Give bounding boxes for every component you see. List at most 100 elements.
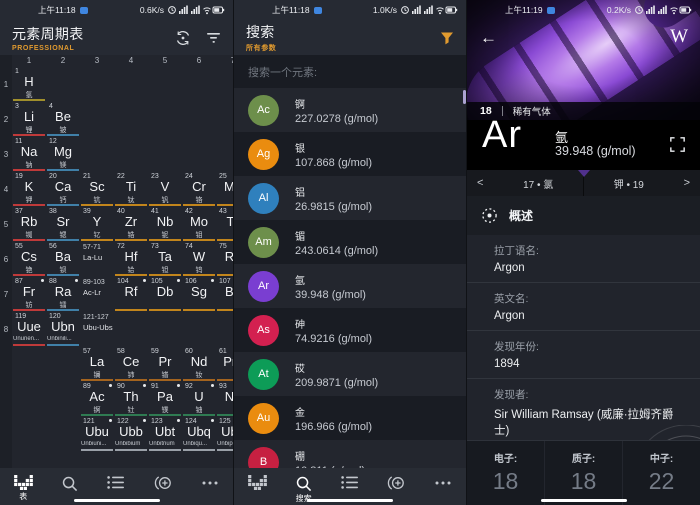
category-underline: [217, 449, 233, 451]
search-result-Ag[interactable]: Ag银107.868 (g/mol): [234, 132, 466, 176]
next-arrow[interactable]: >: [674, 177, 700, 189]
element-cell-Ra[interactable]: 88Ra镭: [46, 277, 80, 312]
nav-table-tab[interactable]: 表: [3, 475, 43, 502]
search-result-Am[interactable]: Am镅243.0614 (g/mol): [234, 220, 466, 264]
element-cell-Be[interactable]: 4Be铍: [46, 102, 80, 137]
nav-table-tab[interactable]: [237, 475, 277, 490]
element-cell-K[interactable]: 19K钾: [12, 172, 46, 207]
element-cell-Cr[interactable]: 24Cr铬: [182, 172, 216, 207]
element-cell-Mo[interactable]: 42Mo钼: [182, 207, 216, 242]
element-circle: Am: [248, 227, 279, 258]
period-number: 2: [0, 102, 12, 137]
element-cell-Pa[interactable]: 91Pa镤: [148, 382, 182, 417]
element-cell-Ubq[interactable]: 124UbqUnbiqu...: [182, 417, 216, 452]
next-element[interactable]: 钾 • 19: [584, 176, 674, 191]
nav-more-tab[interactable]: [423, 475, 463, 491]
element-cell-W[interactable]: 74W钨: [182, 242, 216, 277]
element-range-La-Lu[interactable]: 57-71La-Lu: [80, 242, 114, 277]
view-switch-icon[interactable]: [175, 30, 191, 46]
element-cell-Ubp[interactable]: 125UbpUnbip...: [216, 417, 233, 452]
element-symbol: Th: [114, 389, 148, 404]
element-cell-Ta[interactable]: 73Ta钽: [148, 242, 182, 277]
element-cell-Re[interactable]: 75Re: [216, 242, 233, 277]
sort-filter-icon[interactable]: [206, 31, 221, 44]
status-net-speed: 1.0K/s: [373, 5, 397, 15]
radioactive-dot: [109, 419, 112, 422]
prev-element[interactable]: 17 • 氯: [493, 176, 583, 191]
home-indicator[interactable]: [541, 499, 627, 503]
element-cell-Mg[interactable]: 12Mg镁: [46, 137, 80, 172]
nav-isotope-tab[interactable]: [376, 475, 416, 491]
element-cell-Nd[interactable]: 60Nd钕: [182, 347, 216, 382]
element-cell-Bh[interactable]: 107Bh: [216, 277, 233, 312]
category-underline: [47, 309, 79, 311]
home-indicator[interactable]: [74, 499, 160, 503]
element-cell-Li[interactable]: 3Li锂: [12, 102, 46, 137]
element-cell-Ubn[interactable]: 120UbnUnbinili...: [46, 312, 80, 347]
nav-list-tab[interactable]: [96, 475, 136, 490]
element-cell-Ba[interactable]: 56Ba钡: [46, 242, 80, 277]
element-cell-Na[interactable]: 11Na钠: [12, 137, 46, 172]
element-cell-Th[interactable]: 90Th钍: [114, 382, 148, 417]
element-cell-Ubb[interactable]: 122UbbUnbibium: [114, 417, 148, 452]
element-cell-V[interactable]: 23V钒: [148, 172, 182, 207]
nav-list-tab[interactable]: [330, 475, 370, 490]
category-underline: [47, 239, 79, 241]
element-cell-Db[interactable]: 105Db: [148, 277, 182, 312]
search-result-At[interactable]: At砹209.9871 (g/mol): [234, 352, 466, 396]
element-cell-Ubt[interactable]: 123UbtUnbitrium: [148, 417, 182, 452]
element-symbol: Ra: [46, 284, 80, 299]
nav-search-tab[interactable]: [50, 475, 90, 492]
result-info: 金196.966 (g/mol): [295, 404, 372, 433]
prev-arrow[interactable]: <: [467, 177, 493, 189]
search-result-Al[interactable]: Al铝26.9815 (g/mol): [234, 176, 466, 220]
element-cell-Pm[interactable]: 61Pm: [216, 347, 233, 382]
search-result-As[interactable]: As砷74.9216 (g/mol): [234, 308, 466, 352]
element-symbol: Sg: [182, 284, 216, 299]
element-cell-Pr[interactable]: 59Pr镨: [148, 347, 182, 382]
home-indicator[interactable]: [307, 499, 393, 503]
element-cell-Sr[interactable]: 38Sr锶: [46, 207, 80, 242]
search-result-Ac[interactable]: Ac锕227.0278 (g/mol): [234, 88, 466, 132]
fullscreen-icon[interactable]: [670, 137, 685, 157]
element-cell-Rb[interactable]: 37Rb铷: [12, 207, 46, 242]
element-cell-Uue[interactable]: 119UueUnunen...: [12, 312, 46, 347]
search-result-Au[interactable]: Au金196.966 (g/mol): [234, 396, 466, 440]
element-cell-La[interactable]: 57La镧: [80, 347, 114, 382]
element-range-Ac-Lr[interactable]: 89-103Ac-Lr: [80, 277, 114, 312]
element-range-Ubu-Ubs[interactable]: 121-127Ubu-Ubs: [80, 312, 114, 347]
element-cell-Mn[interactable]: 25Mn: [216, 172, 233, 207]
element-cell-Tc[interactable]: 43Tc: [216, 207, 233, 242]
back-button[interactable]: ←: [480, 28, 497, 48]
element-cell-Ubu[interactable]: 121UbuUnbiuni...: [80, 417, 114, 452]
element-cell-Sc[interactable]: 21Sc钪: [80, 172, 114, 207]
period-number: 3: [0, 137, 12, 172]
scrollbar[interactable]: [463, 90, 466, 104]
element-cell-Ti[interactable]: 22Ti钛: [114, 172, 148, 207]
element-cell-Nb[interactable]: 41Nb铌: [148, 207, 182, 242]
element-cell-Hf[interactable]: 72Hf铪: [114, 242, 148, 277]
category-underline: [217, 379, 233, 381]
element-cell-U[interactable]: 92U铀: [182, 382, 216, 417]
search-input[interactable]: 搜索一个元素:: [234, 55, 466, 88]
element-cell-Rf[interactable]: 104Rf: [114, 277, 148, 312]
category-underline: [183, 274, 215, 276]
element-cell-Np[interactable]: 93Np: [216, 382, 233, 417]
element-cell-Ac[interactable]: 89Ac锕: [80, 382, 114, 417]
nav-more-tab[interactable]: [190, 475, 230, 491]
result-info: 锕227.0278 (g/mol): [295, 96, 378, 125]
element-cell-Cs[interactable]: 55Cs铯: [12, 242, 46, 277]
radioactive-dot: [109, 384, 112, 387]
element-cell-H[interactable]: 1H氢: [12, 67, 46, 102]
element-cell-Zr[interactable]: 40Zr锆: [114, 207, 148, 242]
search-result-Ar[interactable]: Ar氩39.948 (g/mol): [234, 264, 466, 308]
category-underline: [81, 379, 113, 381]
element-cell-Ca[interactable]: 20Ca钙: [46, 172, 80, 207]
wikipedia-link[interactable]: W: [670, 26, 688, 48]
filter-icon[interactable]: [440, 31, 454, 45]
element-cell-Sg[interactable]: 106Sg: [182, 277, 216, 312]
element-cell-Fr[interactable]: 87Fr钫: [12, 277, 46, 312]
nav-isotope-tab[interactable]: [143, 475, 183, 491]
element-cell-Ce[interactable]: 58Ce铈: [114, 347, 148, 382]
element-cell-Y[interactable]: 39Y钇: [80, 207, 114, 242]
